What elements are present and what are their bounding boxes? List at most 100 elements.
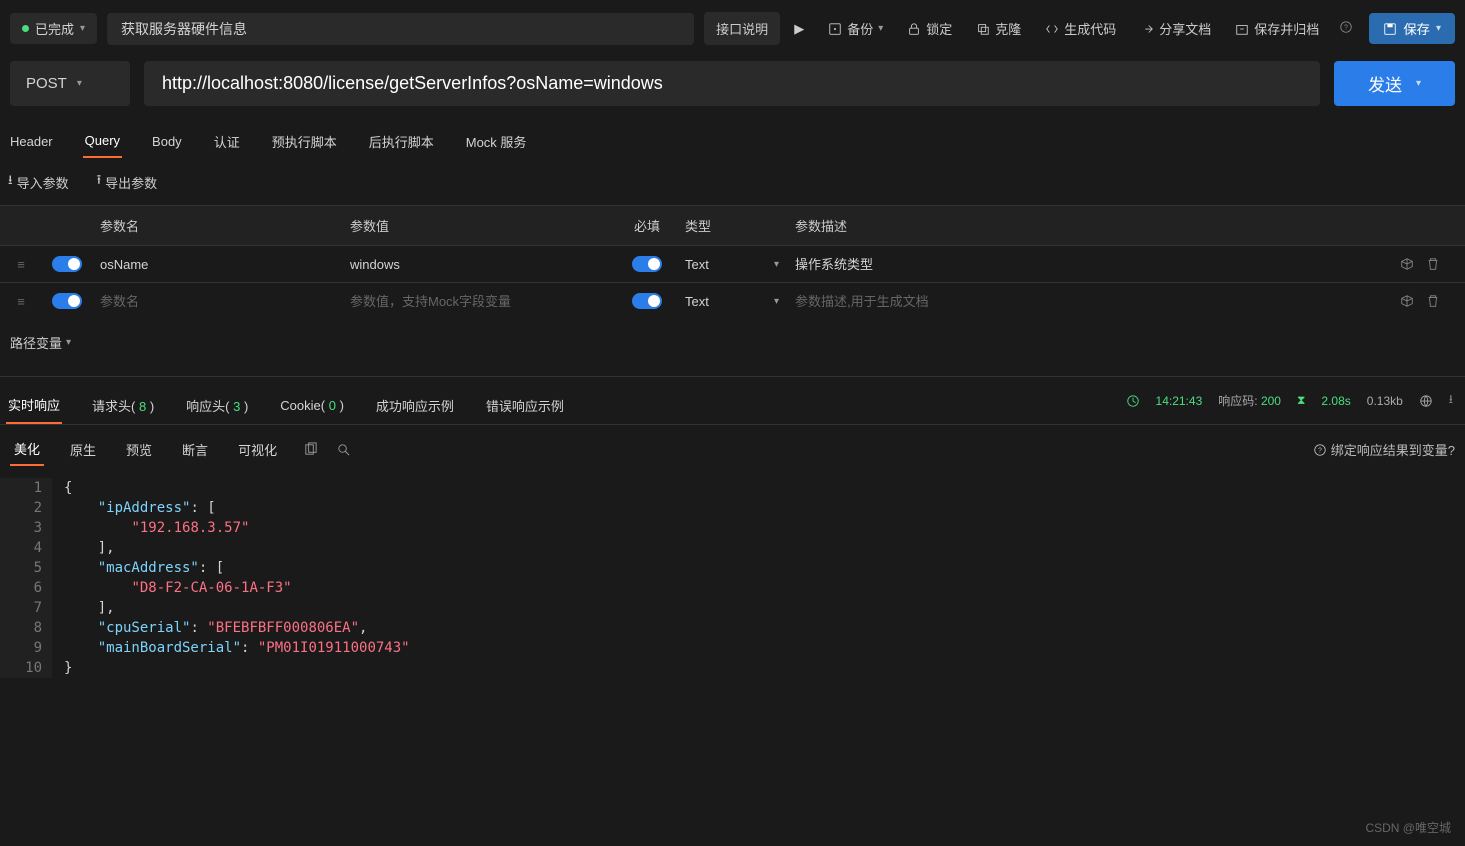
backup-button[interactable]: 备份 ▾ xyxy=(818,13,893,44)
lock-icon xyxy=(907,22,921,36)
view-tab[interactable]: 可视化 xyxy=(234,434,281,465)
archive-icon xyxy=(1235,22,1249,36)
params-table: 参数名 参数值 必填 类型 参数描述 ≡ Text▾ ≡ Text▾ xyxy=(0,205,1465,319)
clone-button[interactable]: 克隆 xyxy=(966,13,1031,44)
question-icon: ? xyxy=(1313,443,1327,457)
response-status-code: 200 xyxy=(1261,394,1281,408)
view-tab[interactable]: 美化 xyxy=(10,433,44,466)
archive-button[interactable]: 保存并归档 xyxy=(1225,13,1329,44)
param-row: ≡ Text▾ xyxy=(0,282,1465,319)
response-meta: 14:21:43 响应码: 200 ⧗ 2.08s 0.13kb ⭳ xyxy=(1126,390,1465,411)
enable-toggle[interactable] xyxy=(52,293,82,309)
enable-toggle[interactable] xyxy=(52,256,82,272)
api-desc-button[interactable]: 接口说明 xyxy=(704,12,780,45)
run-button[interactable]: ▶ xyxy=(784,15,814,43)
param-type-select[interactable]: Text▾ xyxy=(677,253,787,276)
top-toolbar: 已完成 ▾ 接口说明 ▶ 备份 ▾ 锁定 克隆 生成代码 分享文档 xyxy=(0,0,1465,57)
required-toggle[interactable] xyxy=(632,293,662,309)
globe-icon[interactable] xyxy=(1419,394,1433,408)
param-type-select[interactable]: Text▾ xyxy=(677,290,787,313)
tab-query[interactable]: Query xyxy=(83,125,122,158)
response-header: 实时响应请求头( 8 ) 响应头( 3 ) Cookie( 0 ) 成功响应示例错误响… xyxy=(0,376,1465,424)
backup-icon xyxy=(828,22,842,36)
required-toggle[interactable] xyxy=(632,256,662,272)
resp-tab[interactable]: 响应头( 3 ) xyxy=(184,388,250,423)
svg-text:?: ? xyxy=(1344,25,1348,32)
view-tab[interactable]: 断言 xyxy=(178,434,212,465)
resp-tab[interactable]: 实时响应 xyxy=(6,387,62,424)
param-desc-input[interactable] xyxy=(795,294,1367,309)
save-button[interactable]: 保存 ▾ xyxy=(1369,13,1455,44)
tab-后执行脚本[interactable]: 后执行脚本 xyxy=(367,124,436,159)
chevron-down-icon: ▾ xyxy=(878,23,883,34)
api-title-input[interactable] xyxy=(107,13,694,45)
param-row: ≡ Text▾ xyxy=(0,245,1465,282)
resp-tab[interactable]: 错误响应示例 xyxy=(484,388,566,423)
col-header-type: 类型 xyxy=(677,212,787,239)
delete-icon[interactable] xyxy=(1426,294,1440,308)
watermark: CSDN @唯空城 xyxy=(1365,819,1451,836)
export-params-button[interactable]: ⭱ 导出参数 xyxy=(97,171,158,193)
import-params-button[interactable]: ⭳ 导入参数 xyxy=(8,171,69,193)
col-header-value: 参数值 xyxy=(342,212,617,239)
params-header-row: 参数名 参数值 必填 类型 参数描述 xyxy=(0,205,1465,245)
param-value-input[interactable] xyxy=(350,294,609,309)
tab-header[interactable]: Header xyxy=(8,126,55,157)
view-tab[interactable]: 预览 xyxy=(122,434,156,465)
help-icon[interactable]: ? xyxy=(1333,20,1359,37)
response-body-editor[interactable]: 12345678910 { "ipAddress": [ "192.168.3.… xyxy=(0,474,1465,678)
param-desc-input[interactable] xyxy=(795,256,1367,271)
download-icon[interactable]: ⭳ xyxy=(1449,390,1453,411)
chevron-down-icon: ▾ xyxy=(774,296,779,307)
send-button[interactable]: 发送 ▾ xyxy=(1334,61,1455,106)
lock-button[interactable]: 锁定 xyxy=(897,13,962,44)
cube-icon[interactable] xyxy=(1400,294,1414,308)
chevron-down-icon: ▾ xyxy=(66,337,71,348)
share-button[interactable]: 分享文档 xyxy=(1130,13,1221,44)
chevron-down-icon: ▾ xyxy=(774,259,779,270)
view-tabs: 美化原生预览断言可视化 xyxy=(10,433,281,466)
url-input[interactable] xyxy=(144,61,1320,106)
tab-body[interactable]: Body xyxy=(150,126,184,157)
param-sub-actions: ⭳ 导入参数 ⭱ 导出参数 xyxy=(0,159,1465,205)
chevron-down-icon: ▾ xyxy=(1436,23,1441,34)
tab-认证[interactable]: 认证 xyxy=(212,124,242,159)
drag-handle-icon[interactable]: ≡ xyxy=(17,294,25,309)
cube-icon[interactable] xyxy=(1400,257,1414,271)
chevron-down-icon: ▾ xyxy=(80,23,85,34)
response-tabs: 实时响应请求头( 8 ) 响应头( 3 ) Cookie( 0 ) 成功响应示例错误响… xyxy=(0,377,572,424)
gencode-button[interactable]: 生成代码 xyxy=(1035,13,1126,44)
view-tab[interactable]: 原生 xyxy=(66,434,100,465)
status-label: 已完成 xyxy=(35,19,74,38)
bind-result-link[interactable]: ? 绑定响应结果到变量? xyxy=(1313,440,1455,459)
tab-预执行脚本[interactable]: 预执行脚本 xyxy=(270,124,339,159)
resp-tab[interactable]: 成功响应示例 xyxy=(374,388,456,423)
copy-icon[interactable] xyxy=(303,442,318,457)
tab-mock 服务[interactable]: Mock 服务 xyxy=(464,124,529,159)
request-url-row: POST ▾ 发送 ▾ xyxy=(0,57,1465,118)
param-name-input[interactable] xyxy=(100,257,334,272)
drag-handle-icon[interactable]: ≡ xyxy=(17,257,25,272)
param-name-input[interactable] xyxy=(100,294,334,309)
code-body: { "ipAddress": [ "192.168.3.57" ], "macA… xyxy=(52,478,410,678)
chevron-down-icon: ▾ xyxy=(77,78,82,89)
share-icon xyxy=(1140,22,1154,36)
delete-icon[interactable] xyxy=(1426,257,1440,271)
resp-tab[interactable]: 请求头( 8 ) xyxy=(90,388,156,423)
param-value-input[interactable] xyxy=(350,257,609,272)
svg-text:?: ? xyxy=(1318,447,1322,454)
http-method-select[interactable]: POST ▾ xyxy=(10,61,130,106)
response-time: 14:21:43 xyxy=(1156,394,1203,408)
line-gutter: 12345678910 xyxy=(0,478,52,678)
play-icon: ▶ xyxy=(794,21,804,37)
chevron-down-icon: ▾ xyxy=(1416,78,1421,89)
search-icon[interactable] xyxy=(336,442,351,457)
resp-tab[interactable]: Cookie( 0 ) xyxy=(278,390,346,421)
request-tabs: Header Query Body 认证预执行脚本后执行脚本 Mock 服务 xyxy=(0,118,1465,159)
view-row: 美化原生预览断言可视化 ? 绑定响应结果到变量? xyxy=(0,424,1465,474)
save-icon xyxy=(1383,22,1397,36)
path-variable-toggle[interactable]: 路径变量 ▾ xyxy=(0,319,81,366)
col-header-required: 必填 xyxy=(617,212,677,239)
status-dropdown[interactable]: 已完成 ▾ xyxy=(10,13,97,44)
code-icon xyxy=(1045,22,1059,36)
